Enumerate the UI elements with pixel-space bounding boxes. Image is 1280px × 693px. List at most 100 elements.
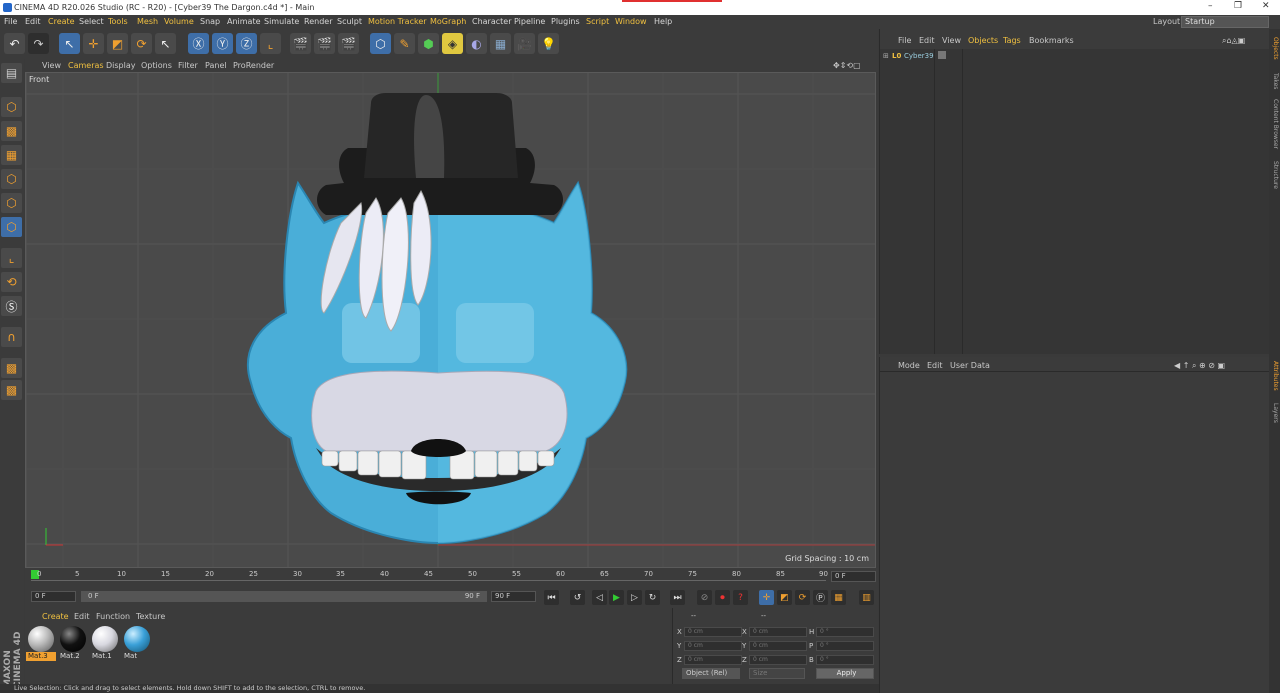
model-mode-icon[interactable]: ⬡ (1, 97, 22, 117)
mat-menu-create[interactable]: Create (42, 612, 69, 621)
obj-menu-bookmarks[interactable]: Bookmarks (1029, 36, 1074, 45)
vp-menu-panel[interactable]: Panel (205, 61, 227, 70)
tab-attributes[interactable]: Attributes (1270, 361, 1279, 391)
obj-menu-objects[interactable]: Objects (968, 36, 998, 45)
tab-structure[interactable]: Structure (1270, 161, 1279, 189)
visibility-tag-icon[interactable] (938, 51, 946, 59)
coord-field[interactable]: 0 ° (816, 641, 874, 651)
menu-pipeline[interactable]: Pipeline (514, 17, 545, 26)
menu-window[interactable]: Window (615, 17, 647, 26)
layout-select[interactable]: Startup (1181, 16, 1269, 28)
menu-file[interactable]: File (4, 17, 17, 26)
obj-menu-view[interactable]: View (942, 36, 961, 45)
cloner-icon[interactable]: ◈ (442, 33, 463, 54)
record-disabled-icon[interactable]: ⊘ (697, 590, 712, 605)
axis-mode-icon[interactable]: ⌞ (1, 248, 22, 268)
key-position-icon[interactable]: ✛ (759, 590, 774, 605)
live-selection-icon[interactable]: ↖ (59, 33, 80, 54)
menu-mograph[interactable]: MoGraph (430, 17, 466, 26)
next-key-icon[interactable]: ↻ (645, 590, 660, 605)
vp-menu-display[interactable]: Display (106, 61, 136, 70)
current-frame-field[interactable]: 0 F (831, 571, 876, 582)
obj-search-icon[interactable]: ⌕⌂◬▣ (1222, 36, 1245, 46)
start-frame-field[interactable]: 0 F (31, 591, 76, 602)
material-swatch[interactable]: Mat.2 (58, 626, 88, 666)
cube-icon[interactable]: ⬡ (370, 33, 391, 54)
coord-size-select[interactable]: Size (749, 668, 805, 679)
go-to-end-icon[interactable]: ⏭ (670, 590, 685, 605)
coordinate-system-icon[interactable]: ⌞ (260, 33, 281, 54)
coord-field[interactable]: 0 cm (749, 655, 807, 665)
minimize-button[interactable]: – (1208, 1, 1213, 11)
obj-menu-tags[interactable]: Tags (1003, 36, 1021, 45)
object-tree[interactable]: ⊞ L0 Cyber39 (880, 49, 1270, 354)
menu-snap[interactable]: Snap (200, 17, 220, 26)
tweak-mode-icon[interactable]: ⟲ (1, 272, 22, 292)
timeline-ruler[interactable]: 0 5 10 15 20 25 30 35 40 45 50 55 60 65 … (25, 568, 878, 588)
play-icon[interactable]: ▶ (609, 590, 624, 605)
polygons-mode-icon[interactable]: ⬡ (1, 217, 22, 237)
obj-menu-edit[interactable]: Edit (919, 36, 935, 45)
y-axis-icon[interactable]: Ⓨ (212, 33, 233, 54)
menu-simulate[interactable]: Simulate (264, 17, 299, 26)
tab-content-browser[interactable]: Content Browser (1270, 99, 1279, 149)
z-axis-icon[interactable]: Ⓩ (236, 33, 257, 54)
attr-menu-edit[interactable]: Edit (927, 361, 943, 370)
coord-field[interactable]: 0 cm (749, 641, 807, 651)
go-to-start-icon[interactable]: ⏮ (544, 590, 559, 605)
key-parameter-icon[interactable]: Ⓟ (813, 590, 828, 605)
menu-mesh[interactable]: Mesh (137, 17, 158, 26)
coord-field[interactable]: 0 ° (816, 655, 874, 665)
record-icon[interactable]: ⏺ (715, 590, 730, 605)
coord-field[interactable]: 0 ° (816, 627, 874, 637)
attr-menu-user-data[interactable]: User Data (950, 361, 990, 370)
menu-script[interactable]: Script (586, 17, 609, 26)
menu-volume[interactable]: Volume (164, 17, 194, 26)
pen-icon[interactable]: ✎ (394, 33, 415, 54)
vp-menu-filter[interactable]: Filter (178, 61, 198, 70)
material-swatch[interactable]: Mat.3 (26, 626, 56, 666)
menu-tools[interactable]: Tools (108, 17, 128, 26)
coord-mode-select[interactable]: Object (Rel) (682, 668, 740, 679)
make-editable-icon[interactable]: ▤ (1, 63, 22, 83)
menu-plugins[interactable]: Plugins (551, 17, 580, 26)
mat-menu-function[interactable]: Function (96, 612, 130, 621)
key-scale-icon[interactable]: ◩ (777, 590, 792, 605)
redo-icon[interactable]: ↷ (28, 33, 49, 54)
render-view-icon[interactable]: 🎬 (290, 33, 311, 54)
undo-icon[interactable]: ↶ (4, 33, 25, 54)
menu-animate[interactable]: Animate (227, 17, 261, 26)
timeline-window-icon[interactable]: ▥ (859, 590, 874, 605)
next-frame-icon[interactable]: ▷ (627, 590, 642, 605)
light-icon[interactable]: 💡 (538, 33, 559, 54)
tab-takes[interactable]: Takes (1270, 73, 1279, 89)
end-frame-field[interactable]: 90 F (491, 591, 536, 602)
range-slider[interactable]: 0 F 90 F (81, 591, 487, 602)
subdivision-icon[interactable]: ⬢ (418, 33, 439, 54)
material-swatch[interactable]: Mat (122, 626, 152, 666)
key-point-level-icon[interactable]: ▦ (831, 590, 846, 605)
attr-nav-icons[interactable]: ◀ ↑ ⌕ ⊕ ⊘ ▣ (1174, 361, 1225, 371)
workplane-icon[interactable]: ▦ (1, 145, 22, 165)
points-mode-icon[interactable]: ⬡ (1, 169, 22, 189)
expand-icon[interactable]: ⊞ (883, 52, 889, 60)
deformer-icon[interactable]: ◐ (466, 33, 487, 54)
recent-tool-icon[interactable]: ↖ (155, 33, 176, 54)
scale-icon[interactable]: ◩ (107, 33, 128, 54)
vp-menu-cameras[interactable]: Cameras (68, 61, 104, 70)
coord-field[interactable]: 0 cm (684, 627, 742, 637)
vp-menu-options[interactable]: Options (141, 61, 172, 70)
object-name[interactable]: Cyber39 (904, 52, 934, 60)
camera-icon[interactable]: 🎥 (514, 33, 535, 54)
floor-icon[interactable]: ▦ (490, 33, 511, 54)
edges-mode-icon[interactable]: ⬡ (1, 193, 22, 213)
planar-workplane-icon[interactable]: ▩ (1, 380, 22, 400)
object-row[interactable]: ⊞ L0 Cyber39 (880, 50, 1270, 62)
previous-key-icon[interactable]: ↺ (570, 590, 585, 605)
move-icon[interactable]: ✛ (83, 33, 104, 54)
previous-frame-icon[interactable]: ◁ (592, 590, 607, 605)
key-rotation-icon[interactable]: ⟳ (795, 590, 810, 605)
menu-create[interactable]: Create (48, 17, 75, 26)
mat-menu-edit[interactable]: Edit (74, 612, 90, 621)
vp-menu-prorender[interactable]: ProRender (233, 61, 274, 70)
